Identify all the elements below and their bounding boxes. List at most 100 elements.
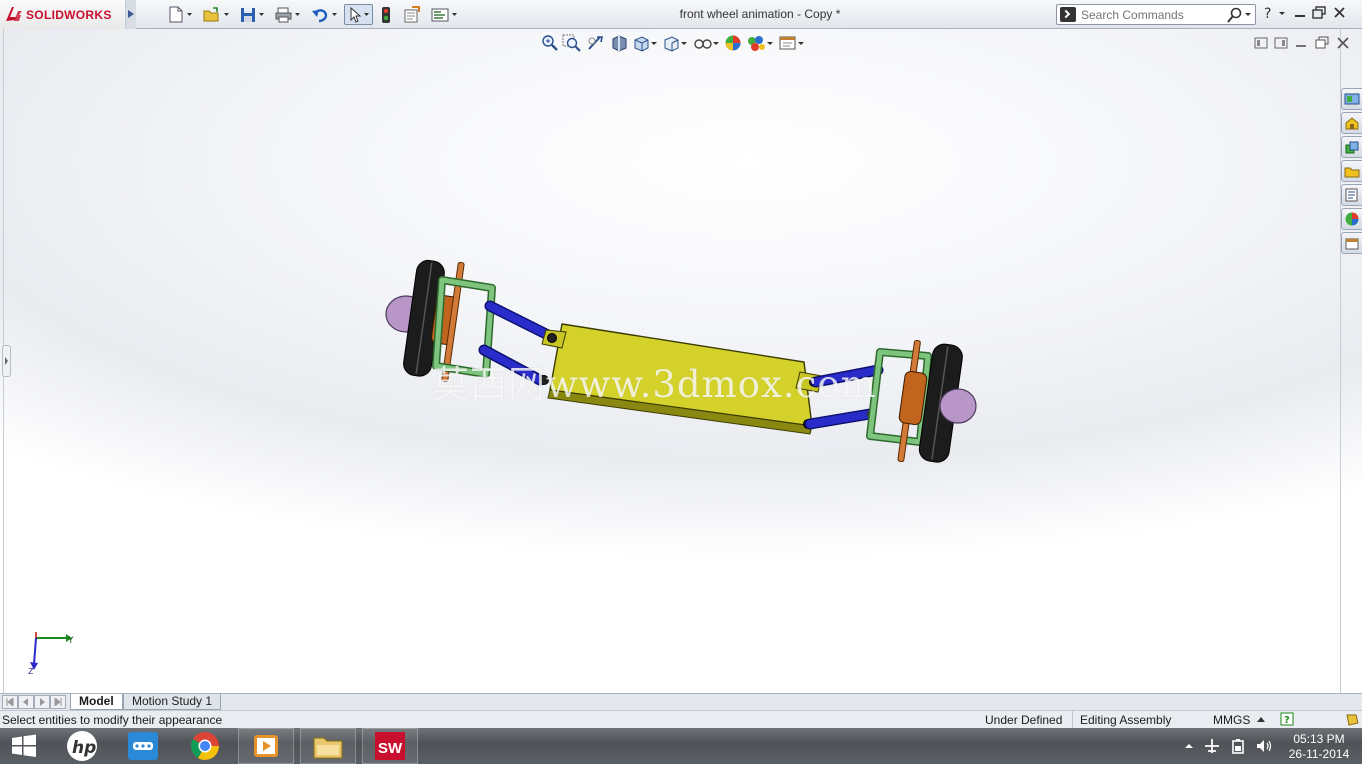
view-settings-button[interactable] xyxy=(778,34,806,52)
new-doc-icon xyxy=(169,6,183,23)
next-arrow-icon xyxy=(40,698,45,706)
viewport-close-icon[interactable] xyxy=(1336,36,1350,50)
next-tab-button[interactable] xyxy=(34,695,50,709)
options-button[interactable] xyxy=(429,4,451,25)
file-properties-button[interactable] xyxy=(401,4,423,25)
taskbar-clock[interactable]: 05:13 PM 26-11-2014 xyxy=(1284,732,1354,762)
search-commands-box[interactable] xyxy=(1056,4,1256,25)
tab-motion-study[interactable]: Motion Study 1 xyxy=(123,694,222,710)
task-pane-resources-tab[interactable] xyxy=(1341,88,1362,110)
split-view-right-icon[interactable] xyxy=(1274,36,1288,50)
select-dropdown[interactable] xyxy=(363,4,370,25)
options-dropdown[interactable] xyxy=(451,4,458,25)
status-divider xyxy=(1072,711,1073,728)
taskbar-remote-app[interactable] xyxy=(114,728,172,764)
svg-text:?: ? xyxy=(1264,6,1271,22)
taskbar-chrome-app[interactable] xyxy=(176,728,234,764)
model-tabs-bar: Model Motion Study 1 xyxy=(0,693,1362,710)
zoom-to-area-button[interactable] xyxy=(562,34,584,52)
hide-show-items-button[interactable] xyxy=(692,34,722,52)
save-button[interactable] xyxy=(238,4,258,25)
close-icon[interactable] xyxy=(1332,4,1348,22)
status-bar: Select entities to modify their appearan… xyxy=(0,710,1362,728)
save-dropdown[interactable] xyxy=(258,4,265,25)
media-player-icon xyxy=(254,735,278,757)
triad-z-label: Z xyxy=(28,667,34,676)
show-hidden-icons-icon[interactable] xyxy=(1184,741,1194,751)
open-button[interactable] xyxy=(201,4,223,25)
split-view-left-icon[interactable] xyxy=(1254,36,1268,50)
viewport-restore-icon[interactable] xyxy=(1314,36,1330,50)
task-pane-scenes-tab[interactable] xyxy=(1341,208,1362,230)
first-tab-button[interactable] xyxy=(2,695,18,709)
task-pane-custom-properties-tab[interactable] xyxy=(1341,232,1362,254)
solidworks-resources-icon xyxy=(1344,93,1360,105)
zoom-to-area-icon xyxy=(562,34,581,52)
minimize-icon[interactable] xyxy=(1292,4,1308,22)
task-pane-appearances-tab[interactable] xyxy=(1341,184,1362,206)
open-dropdown[interactable] xyxy=(223,4,230,25)
feature-manager-expand-handle[interactable] xyxy=(2,345,11,377)
viewport-minimize-icon[interactable] xyxy=(1294,36,1308,50)
unit-system[interactable]: MMGS xyxy=(1213,713,1250,727)
print-icon xyxy=(275,7,292,22)
task-pane-design-library-tab[interactable] xyxy=(1341,112,1362,134)
airplane-mode-icon[interactable] xyxy=(1204,738,1220,754)
units-up-arrow-icon[interactable] xyxy=(1257,716,1265,722)
help-status-icon[interactable]: ? xyxy=(1280,712,1294,726)
solidworks-logo[interactable]: SOLIDWORKS xyxy=(0,0,126,29)
new-document-button[interactable] xyxy=(166,4,186,25)
tab-scroll-arrows xyxy=(2,695,66,709)
undo-button[interactable] xyxy=(309,4,331,25)
quick-access-toolbar xyxy=(166,4,458,25)
print-dropdown[interactable] xyxy=(294,4,301,25)
hide-show-items-icon xyxy=(694,39,719,49)
view-palette-icon xyxy=(1344,167,1360,178)
prev-tab-button[interactable] xyxy=(18,695,34,709)
zoom-to-fit-button[interactable] xyxy=(540,34,560,52)
custom-properties-icon xyxy=(1345,188,1358,202)
last-tab-button[interactable] xyxy=(50,695,66,709)
restore-icon[interactable] xyxy=(1310,4,1328,22)
options-icon xyxy=(431,8,449,21)
undo-dropdown[interactable] xyxy=(331,4,338,25)
taskbar-media-player-app[interactable] xyxy=(238,728,294,764)
previous-view-button[interactable] xyxy=(586,34,608,52)
apply-scene-button[interactable] xyxy=(746,34,776,52)
task-pane-file-explorer-tab[interactable] xyxy=(1341,136,1362,158)
task-pane-view-palette-tab[interactable] xyxy=(1341,160,1362,182)
ds-logo-icon xyxy=(6,7,22,21)
taskbar-solidworks-app[interactable]: SW xyxy=(362,728,418,764)
viewport-window-controls xyxy=(1254,36,1350,50)
new-dropdown[interactable] xyxy=(186,4,193,25)
rebuild-button[interactable] xyxy=(379,4,393,25)
prev-arrow-icon xyxy=(23,698,28,706)
volume-icon[interactable] xyxy=(1256,738,1274,754)
view-orientation-button[interactable] xyxy=(632,34,660,52)
editing-mode: Editing Assembly xyxy=(1080,713,1172,727)
search-input[interactable] xyxy=(1081,6,1225,23)
taskbar-hp-app[interactable]: hp xyxy=(54,728,110,764)
taskbar-file-explorer-app[interactable] xyxy=(300,728,356,764)
help-icon[interactable]: ? xyxy=(1262,4,1276,22)
search-dropdown-icon[interactable] xyxy=(1245,7,1252,21)
section-view-button[interactable] xyxy=(610,34,630,52)
apply-scene-icon xyxy=(748,36,773,51)
edit-appearance-button[interactable] xyxy=(724,34,744,52)
battery-icon[interactable] xyxy=(1230,738,1246,754)
print-button[interactable] xyxy=(273,4,294,25)
search-icon[interactable] xyxy=(1227,7,1243,23)
help-dropdown-icon[interactable] xyxy=(1276,4,1288,22)
document-title: front wheel animation - Copy * xyxy=(679,7,841,21)
start-button[interactable] xyxy=(0,728,48,764)
section-view-icon xyxy=(612,35,627,52)
display-style-button[interactable] xyxy=(662,34,690,52)
svg-text:?: ? xyxy=(1284,715,1290,726)
tab-model[interactable]: Model xyxy=(70,694,123,710)
appearances-icon xyxy=(1345,212,1359,226)
rebuild-status-icon[interactable] xyxy=(1344,712,1360,727)
menu-expand-arrow[interactable] xyxy=(126,0,136,29)
select-button[interactable] xyxy=(344,4,373,25)
brand-name: SOLIDWORKS xyxy=(26,8,112,22)
open-folder-icon xyxy=(203,6,219,21)
